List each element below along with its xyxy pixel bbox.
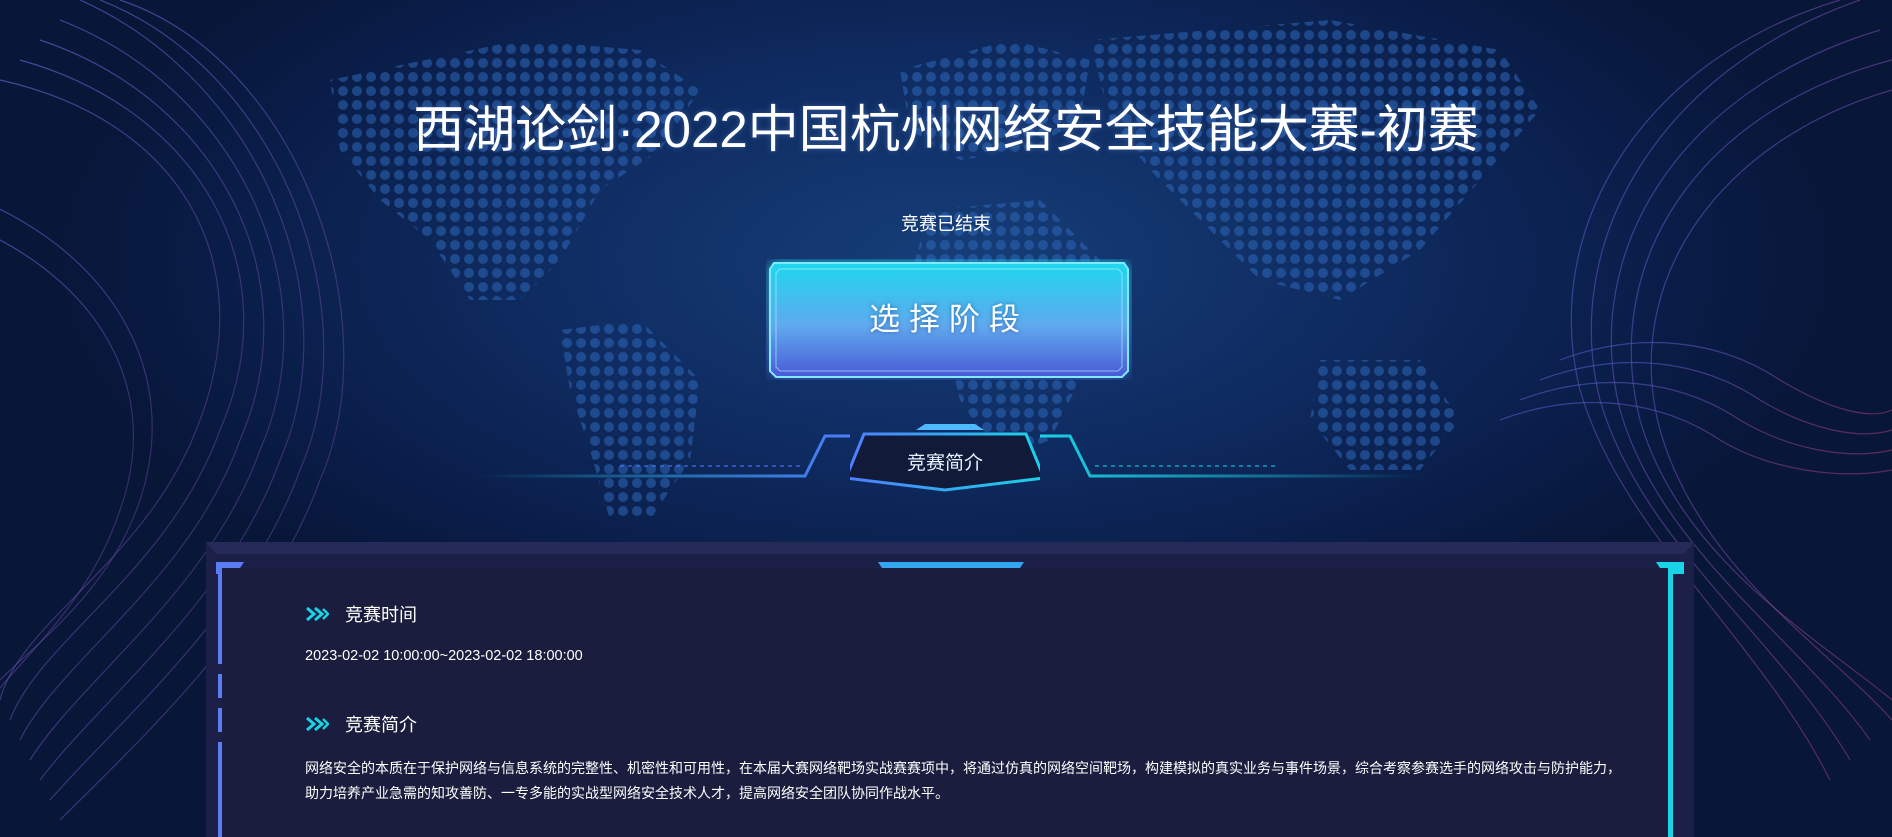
- section-time-title: 竞赛时间: [345, 605, 417, 625]
- section-intro-heading: 竞赛简介: [305, 711, 417, 737]
- chevron-double-right-icon: [306, 716, 329, 732]
- tab-label: 竞赛简介: [906, 453, 983, 474]
- chevron-double-right-icon: [306, 606, 329, 622]
- competition-time-value: 2023-02-02 10:00:00~2023-02-02 18:00:00: [305, 648, 583, 664]
- competition-intro-text: 网络安全的本质在于保护网络与信息系统的完整性、机密性和可用性，在本届大赛网络靶场…: [305, 760, 1621, 801]
- section-intro-title: 竞赛简介: [345, 715, 417, 735]
- section-time-heading: 竞赛时间: [305, 601, 417, 627]
- tab-competition-intro[interactable]: 竞赛简介: [843, 426, 1047, 496]
